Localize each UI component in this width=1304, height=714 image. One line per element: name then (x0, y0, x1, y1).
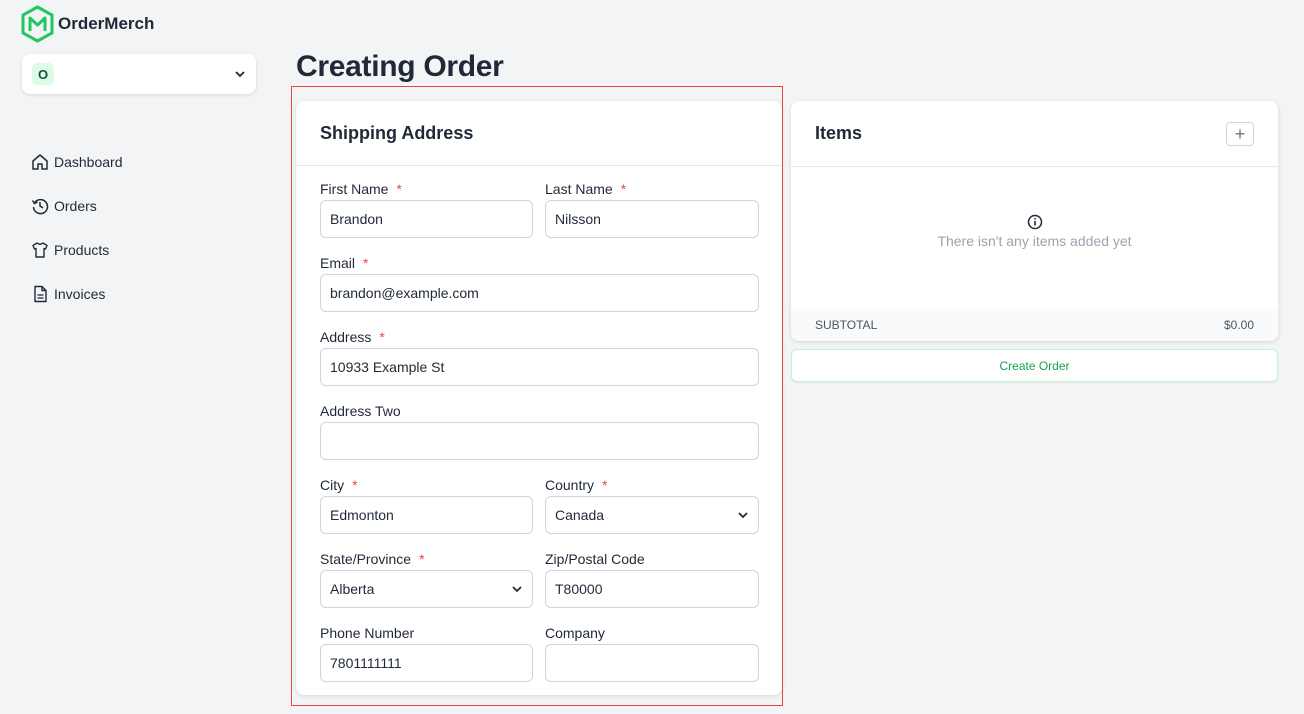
highlight-outline (291, 86, 783, 706)
sidebar-nav: Dashboard Orders Products Invoices (31, 140, 123, 316)
subtotal-label: SUBTOTAL (815, 318, 878, 332)
chevron-down-icon (235, 71, 245, 78)
items-card-title: Items (815, 123, 863, 143)
file-icon (34, 285, 47, 303)
history-icon (31, 198, 49, 215)
sidebar-item-orders[interactable]: Orders (31, 184, 123, 228)
info-icon (1027, 214, 1042, 230)
sidebar-item-label: Invoices (54, 286, 106, 302)
sidebar-item-dashboard[interactable]: Dashboard (31, 140, 123, 184)
subtotal-row: SUBTOTAL $0.00 (791, 309, 1278, 341)
app-name: OrderMerch (58, 14, 155, 33)
app-logo[interactable]: OrderMerch (21, 5, 154, 43)
sidebar-item-products[interactable]: Products (31, 228, 123, 272)
create-order-button[interactable]: Create Order (791, 349, 1278, 382)
ordermerch-logo-icon (21, 5, 54, 43)
items-card-header: Items + (791, 101, 1278, 167)
items-card: Items + There isn't any items added yet … (791, 101, 1278, 341)
organization-badge: O (32, 63, 54, 85)
home-icon (32, 154, 48, 170)
organization-select[interactable]: O (22, 54, 256, 94)
shirt-icon (32, 242, 48, 258)
sidebar-item-label: Products (54, 242, 110, 258)
items-empty-state: There isn't any items added yet (791, 214, 1278, 251)
subtotal-value: $0.00 (1223, 318, 1254, 332)
sidebar-item-label: Orders (54, 198, 97, 214)
sidebar-item-label: Dashboard (54, 154, 123, 170)
plus-icon: + (1234, 123, 1246, 144)
add-item-button[interactable]: + (1226, 121, 1254, 146)
items-empty-text: There isn't any items added yet (937, 233, 1132, 249)
page-title: Creating Order (296, 50, 504, 83)
sidebar-item-invoices[interactable]: Invoices (31, 272, 123, 316)
